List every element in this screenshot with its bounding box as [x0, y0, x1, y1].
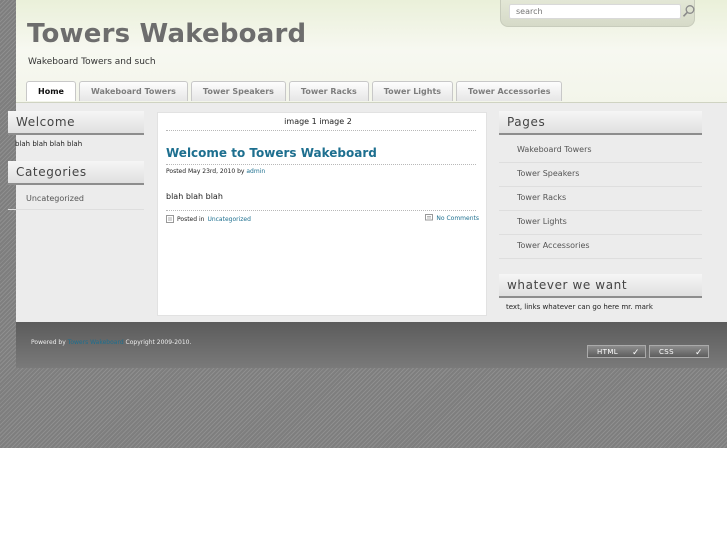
css-badge-label: CSS	[659, 348, 674, 356]
right-sidebar: Pages Wakeboard Towers Tower Speakers To…	[499, 111, 702, 312]
post-category-link[interactable]: Uncategorized	[207, 216, 250, 223]
site-title[interactable]: Towers Wakeboard	[27, 19, 306, 49]
left-sidebar: Welcome blah blah blah blah Categories U…	[8, 111, 144, 210]
post-body: blah blah blah	[166, 192, 223, 201]
categories-widget-title: Categories	[8, 161, 144, 185]
search-icon[interactable]	[682, 4, 696, 18]
css-valid-badge[interactable]: CSS ✓	[649, 345, 709, 358]
nav-tab-home[interactable]: Home	[26, 81, 76, 101]
images-line: image 1 image 2	[284, 117, 352, 126]
main-nav: Home Wakeboard Towers Tower Speakers Tow…	[26, 81, 563, 102]
pages-widget-title: Pages	[499, 111, 702, 135]
nav-tab-wakeboard-towers[interactable]: Wakeboard Towers	[78, 81, 188, 101]
nav-tab-tower-racks[interactable]: Tower Racks	[288, 81, 369, 101]
page-item-tower-accessories[interactable]: Tower Accessories	[499, 235, 702, 259]
post-title[interactable]: Welcome to Towers Wakeboard	[166, 146, 377, 160]
search-box	[500, 0, 695, 27]
page-item-tower-racks[interactable]: Tower Racks	[499, 187, 702, 211]
divider	[166, 130, 476, 131]
main-content: image 1 image 2 Welcome to Towers Wakebo…	[157, 112, 487, 316]
pages-list: Wakeboard Towers Tower Speakers Tower Ra…	[499, 135, 702, 259]
powered-by-label: Powered by	[31, 339, 66, 346]
check-icon: ✓	[632, 348, 640, 358]
site-header: Towers Wakeboard Wakeboard Towers and su…	[16, 0, 727, 103]
check-icon: ✓	[695, 348, 703, 358]
post-meta-date: Posted May 23rd, 2010 by	[166, 168, 245, 175]
divider	[166, 210, 476, 211]
site-description: Wakeboard Towers and such	[28, 57, 156, 67]
html-badge-label: HTML	[597, 348, 619, 356]
custom-widget-text: text, links whatever can go here mr. mar…	[506, 303, 653, 311]
page-item-tower-lights[interactable]: Tower Lights	[499, 211, 702, 235]
categories-list: Uncategorized	[8, 185, 144, 210]
divider	[166, 164, 476, 165]
welcome-widget-text: blah blah blah blah	[15, 140, 83, 148]
footer-credits: Powered by Towers Wakeboard Copyright 20…	[31, 339, 191, 346]
html-valid-badge[interactable]: HTML ✓	[587, 345, 646, 358]
post-meta: Posted May 23rd, 2010 by admin	[166, 168, 265, 175]
nav-tab-tower-accessories[interactable]: Tower Accessories	[456, 81, 563, 101]
comments-link[interactable]: No Comments	[436, 215, 479, 222]
post-comments: No Comments	[425, 214, 479, 222]
search-input[interactable]	[509, 4, 681, 19]
category-item-uncategorized[interactable]: Uncategorized	[8, 189, 144, 210]
site-footer: Powered by Towers Wakeboard Copyright 20…	[16, 322, 727, 368]
page-item-wakeboard-towers[interactable]: Wakeboard Towers	[499, 139, 702, 163]
footer-copyright: Copyright 2009-2010.	[125, 339, 192, 346]
welcome-widget-title: Welcome	[8, 111, 144, 135]
posted-in-label: Posted in	[177, 215, 205, 223]
footer-site-link[interactable]: Towers Wakeboard	[68, 339, 124, 346]
post-categories: Posted in Uncategorized	[166, 215, 251, 223]
document-icon	[166, 215, 174, 223]
custom-widget-title: whatever we want	[499, 274, 702, 298]
comment-icon	[425, 214, 434, 221]
nav-tab-tower-speakers[interactable]: Tower Speakers	[190, 81, 286, 101]
post-author-link[interactable]: admin	[246, 168, 265, 175]
page-item-tower-speakers[interactable]: Tower Speakers	[499, 163, 702, 187]
nav-tab-tower-lights[interactable]: Tower Lights	[371, 81, 454, 101]
